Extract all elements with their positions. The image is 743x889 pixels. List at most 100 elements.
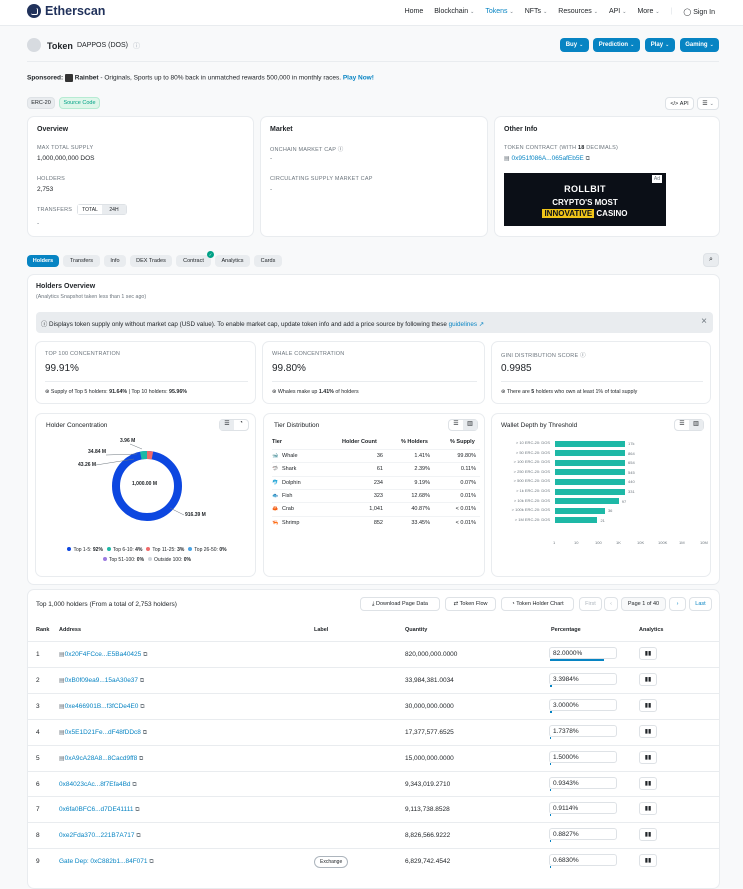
address-link[interactable]: 0x6fa0BFC6...d7DE41111	[59, 806, 133, 813]
wallet-depth-bar[interactable]	[555, 508, 605, 514]
copy-icon[interactable]: ⧉	[149, 859, 153, 866]
info-icon[interactable]: ⓘ	[338, 147, 344, 153]
tab-analytics[interactable]: Analytics	[215, 255, 250, 267]
wallet-depth-bar[interactable]	[555, 441, 625, 447]
address-link[interactable]: 0x84023cAc...8f7Efa4Bd	[59, 781, 131, 788]
address-link[interactable]: 0x5E1D21Fe...dF48fDDc8	[65, 729, 141, 736]
quantity-cell: 9,113,738.8528	[405, 806, 450, 813]
legend-item[interactable]: Top 51-100: 0%	[103, 557, 144, 563]
wallet-depth-bar[interactable]	[555, 469, 625, 475]
analytics-button[interactable]: ▮▮	[639, 828, 657, 841]
analytics-button[interactable]: ▮▮	[639, 777, 657, 790]
gaming-button[interactable]: Gaming⌄	[680, 38, 719, 52]
more-options-button[interactable]: ☰⌄	[697, 97, 719, 110]
wallet-depth-bar[interactable]	[555, 498, 619, 504]
stat-label: GINI DISTRIBUTION SCORE ⓘ	[501, 351, 586, 359]
info-icon[interactable]: ⓘ	[580, 353, 586, 359]
info-icon[interactable]: ⓘ	[133, 41, 140, 51]
copy-icon[interactable]: ⧉	[140, 678, 144, 685]
list-icon[interactable]: ☰	[675, 420, 689, 430]
bar-chart-icon[interactable]: ▥	[689, 420, 703, 430]
search-icon[interactable]: ⌕	[703, 253, 719, 267]
api-button[interactable]: </> API	[665, 97, 694, 110]
exchange-badge[interactable]: Exchange	[314, 856, 348, 868]
nav-tokens[interactable]: Tokens⌄	[485, 8, 513, 16]
tab-contract[interactable]: Contract✓	[176, 255, 211, 267]
analytics-button[interactable]: ▮▮	[639, 854, 657, 867]
close-icon[interactable]: ×	[701, 316, 707, 327]
token-flow-button[interactable]: ⇄ Token Flow	[445, 597, 496, 611]
legend-item[interactable]: Outside 100: 0%	[148, 557, 191, 563]
tab-info[interactable]: Info	[104, 255, 126, 267]
wallet-depth-bar[interactable]	[555, 460, 625, 466]
prev-page-icon[interactable]: ‹	[604, 597, 618, 611]
address-link[interactable]: 0x20F4FCce...E5Ba40425	[65, 651, 142, 658]
toggle-total[interactable]: TOTAL	[78, 205, 102, 214]
legend-item[interactable]: Top 11-25: 3%	[146, 547, 184, 553]
tab-holders[interactable]: Holders	[27, 255, 59, 267]
copy-icon[interactable]: ⧉	[143, 652, 147, 659]
rollbit-ad-banner[interactable]: Ad ROLLBIT CRYPTO'S MOST INNOVATIVE CASI…	[504, 173, 666, 226]
sponsored-cta-link[interactable]: Play Now!	[343, 75, 374, 82]
nav-blockchain[interactable]: Blockchain⌄	[434, 8, 474, 16]
external-link-icon: ↗	[477, 321, 484, 328]
etherscan-logo[interactable]: Etherscan	[27, 4, 105, 18]
nav-nfts[interactable]: NFTs⌄	[525, 8, 548, 16]
analytics-button[interactable]: ▮▮	[639, 699, 657, 712]
wallet-depth-bar[interactable]	[555, 479, 625, 485]
play-button[interactable]: Play⌄	[645, 38, 675, 52]
copy-icon[interactable]: ⧉	[586, 156, 590, 163]
analytics-button[interactable]: ▮▮	[639, 802, 657, 815]
tab-dex-trades[interactable]: DEX Trades	[130, 255, 172, 267]
legend-item[interactable]: Top 1-5: 92%	[67, 547, 102, 553]
copy-icon[interactable]: ⧉	[136, 833, 140, 840]
wallet-depth-bar[interactable]	[555, 450, 625, 456]
address-link[interactable]: Gate Dep: 0xC882b1...84F071	[59, 858, 148, 865]
analytics-button[interactable]: ▮▮	[639, 673, 657, 686]
nav-more[interactable]: More⌄	[637, 8, 659, 16]
copy-icon[interactable]: ⧉	[139, 756, 143, 763]
legend-item[interactable]: Top 6-10: 4%	[107, 547, 142, 553]
quantity-cell: 8,826,566.9222	[405, 832, 450, 839]
analytics-button[interactable]: ▮▮	[639, 725, 657, 738]
tab-transfers[interactable]: Transfers	[63, 255, 100, 267]
address-link[interactable]: 0xA9cA28A8...8Cacd9ff8	[65, 755, 138, 762]
prediction-button[interactable]: Prediction⌄	[593, 38, 640, 52]
contract-link[interactable]: 0x951f086A...065afEb5E	[511, 155, 583, 162]
sign-in-link[interactable]: ◯ Sign In	[683, 8, 715, 16]
list-icon[interactable]: ☰	[449, 420, 463, 430]
last-page-button[interactable]: Last	[689, 597, 712, 611]
holder-chart-button[interactable]: ◔ Token Holder Chart	[501, 597, 574, 611]
copy-icon[interactable]: ⧉	[132, 782, 136, 789]
nav-resources[interactable]: Resources⌄	[558, 8, 598, 16]
bar-chart-icon[interactable]: ▥	[463, 420, 477, 430]
address-cell: Gate Dep: 0xC882b1...84F071 ⧉	[59, 858, 154, 866]
nav-api[interactable]: API⌄	[609, 8, 627, 16]
copy-icon[interactable]: ⧉	[135, 807, 139, 814]
nav-home[interactable]: Home	[405, 8, 424, 16]
address-link[interactable]: 0xe466901B...f3fCDe4E0	[65, 703, 139, 710]
analytics-button[interactable]: ▮▮	[639, 647, 657, 660]
toggle-24h[interactable]: 24H	[102, 205, 126, 214]
wallet-depth-bar[interactable]	[555, 489, 625, 495]
donut-segment-top6-10[interactable]	[141, 455, 147, 456]
copy-icon[interactable]: ⧉	[143, 730, 147, 737]
sponsored-brand[interactable]: Rainbet	[75, 75, 99, 82]
download-button[interactable]: ⤓ Download Page Data	[360, 597, 440, 611]
copy-icon[interactable]: ⧉	[140, 704, 144, 711]
address-cell: ▤ 0xe466901B...f3fCDe4E0 ⧉	[59, 703, 145, 711]
address-link[interactable]: 0xe2Fda370...221B7A717	[59, 832, 135, 839]
analytics-button[interactable]: ▮▮	[639, 751, 657, 764]
legend-item[interactable]: Top 26-50: 0%	[188, 547, 226, 553]
tier-count: 852	[356, 520, 383, 526]
nav-tokens-label: Tokens	[485, 8, 507, 15]
next-page-icon[interactable]: ›	[669, 597, 686, 611]
first-page-button[interactable]: First	[579, 597, 602, 611]
wallet-depth-bar[interactable]	[555, 517, 597, 523]
source-code-badge[interactable]: Source Code	[59, 97, 100, 109]
donut-segment-top11-25[interactable]	[147, 455, 152, 456]
guidelines-link[interactable]: guidelines	[449, 321, 477, 328]
tab-cards[interactable]: Cards	[254, 255, 282, 267]
address-link[interactable]: 0xB0f09ea9...15aA30e37	[65, 677, 138, 684]
buy-button[interactable]: Buy⌄	[560, 38, 589, 52]
